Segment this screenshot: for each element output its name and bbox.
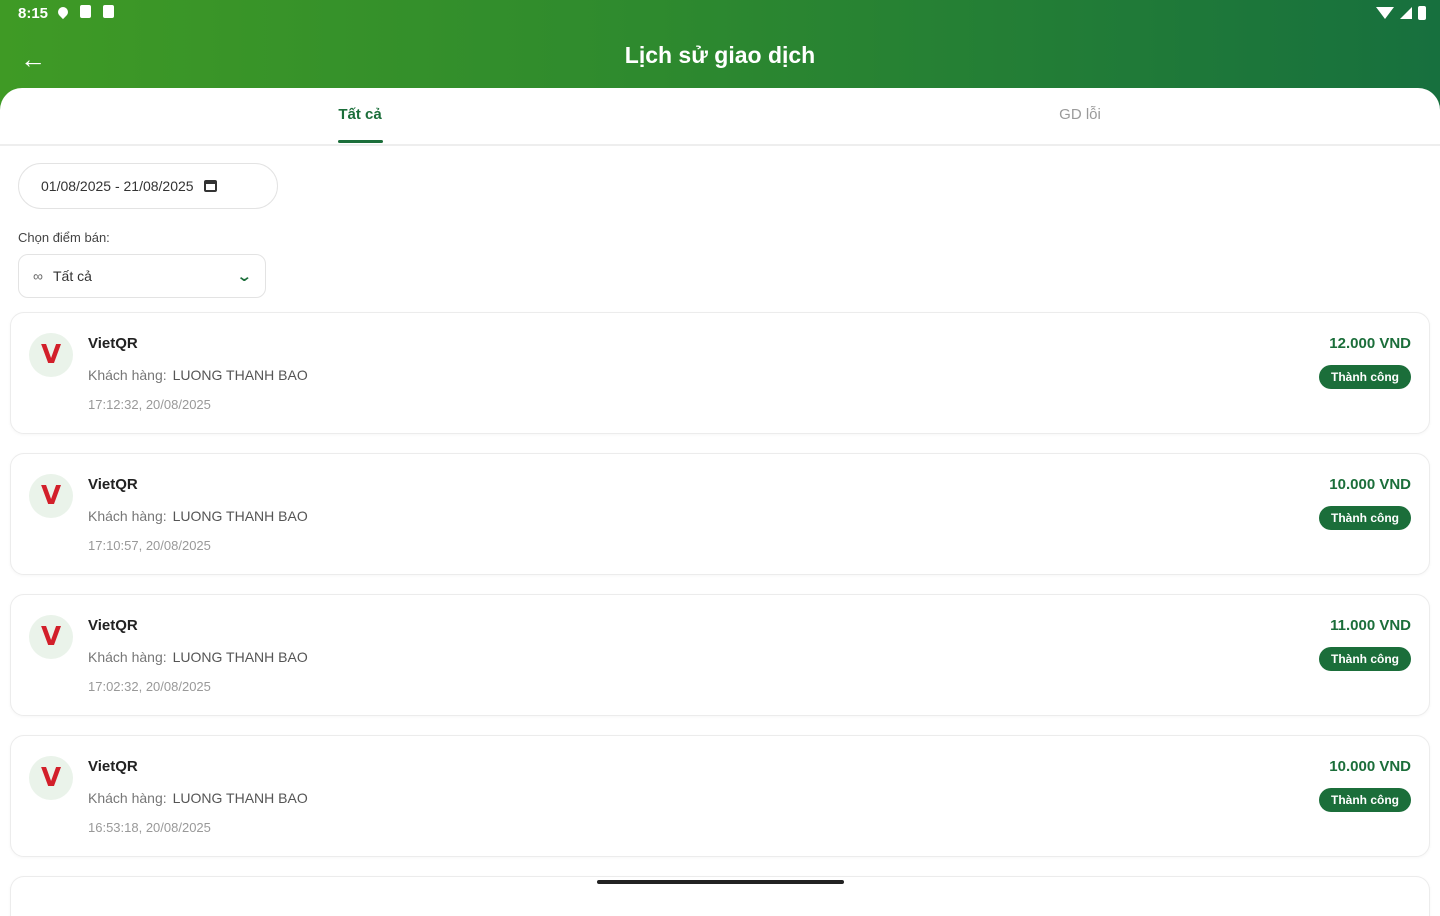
status-badge: Thành công [1319, 788, 1411, 812]
transaction-time: 17:10:57, 20/08/2025 [88, 538, 211, 553]
transaction-card[interactable]: V VietQR Khách hàng: LUONG THANH BAO 17:1… [10, 312, 1430, 434]
status-badge: Thành công [1319, 647, 1411, 671]
transaction-name: VietQR [88, 476, 138, 493]
signal-icon [1400, 7, 1412, 19]
transaction-customer: Khách hàng: LUONG THANH BAO [88, 790, 308, 806]
active-tab-indicator [338, 140, 383, 143]
date-range-picker[interactable]: 01/08/2025 - 21/08/2025 [18, 163, 278, 209]
location-icon [55, 4, 71, 19]
point-of-sale-select[interactable]: ∞ Tất cả ⌄ [18, 254, 266, 298]
transaction-customer: Khách hàng: LUONG THANH BAO [88, 649, 308, 665]
vietqr-logo-icon: V [29, 333, 73, 377]
transaction-amount: 12.000 VND [1329, 335, 1411, 352]
vietqr-logo-icon: V [29, 474, 73, 518]
transaction-amount: 10.000 VND [1329, 476, 1411, 493]
select-point-label: Chọn điểm bán: [18, 230, 110, 245]
transaction-name: VietQR [88, 758, 138, 775]
customer-label: Khách hàng: [88, 790, 167, 806]
content-sheet: Tất cả GD lỗi 01/08/2025 - 21/08/2025 Ch… [0, 88, 1440, 916]
tab-all[interactable]: Tất cả [0, 106, 720, 123]
status-time: 8:15 [18, 5, 49, 22]
battery-icon [1418, 6, 1426, 20]
status-badge: Thành công [1319, 365, 1411, 389]
customer-name: LUONG THANH BAO [172, 790, 308, 806]
page-title: Lịch sử giao dịch [624, 42, 816, 68]
transaction-name: VietQR [88, 617, 138, 634]
status-badge: Thành công [1319, 506, 1411, 530]
date-range-text: 01/08/2025 - 21/08/2025 [41, 178, 194, 194]
transaction-amount: 10.000 VND [1329, 758, 1411, 775]
status-icons-right [1376, 6, 1426, 20]
customer-label: Khách hàng: [88, 508, 167, 524]
vietqr-logo-icon: V [29, 756, 73, 800]
transaction-customer: Khách hàng: LUONG THANH BAO [88, 508, 308, 524]
customer-label: Khách hàng: [88, 367, 167, 383]
select-value: Tất cả [52, 268, 92, 284]
link-icon: ∞ [33, 268, 43, 284]
customer-label: Khách hàng: [88, 649, 167, 665]
status-bar: 8:15 [0, 0, 1440, 28]
transaction-card[interactable]: V VietQR Khách hàng: LUONG THANH BAO 17:1… [10, 453, 1430, 575]
calendar-icon [203, 180, 217, 192]
home-indicator[interactable] [597, 880, 844, 884]
transaction-time: 17:12:32, 20/08/2025 [88, 397, 211, 412]
transaction-customer: Khách hàng: LUONG THANH BAO [88, 367, 308, 383]
status-icons-left [55, 4, 114, 19]
transaction-name: VietQR [88, 335, 138, 352]
sd-card-icon [80, 5, 91, 18]
wifi-icon [1376, 7, 1394, 19]
transaction-time: 17:02:32, 20/08/2025 [88, 679, 211, 694]
transaction-card[interactable]: V VietQR Khách hàng: LUONG THANH BAO 16:5… [10, 735, 1430, 857]
transaction-card[interactable]: V VietQR Khách hàng: LUONG THANH BAO 17:0… [10, 594, 1430, 716]
chevron-down-icon: ⌄ [236, 268, 253, 285]
customer-name: LUONG THANH BAO [172, 649, 308, 665]
transaction-amount: 11.000 VND [1330, 617, 1411, 634]
customer-name: LUONG THANH BAO [172, 508, 308, 524]
tab-failed[interactable]: GD lỗi [720, 106, 1440, 123]
vietqr-logo-icon: V [29, 615, 73, 659]
notification-icon [103, 5, 114, 18]
customer-name: LUONG THANH BAO [172, 367, 308, 383]
tab-bar: Tất cả GD lỗi [0, 88, 1440, 146]
transaction-time: 16:53:18, 20/08/2025 [88, 820, 211, 835]
